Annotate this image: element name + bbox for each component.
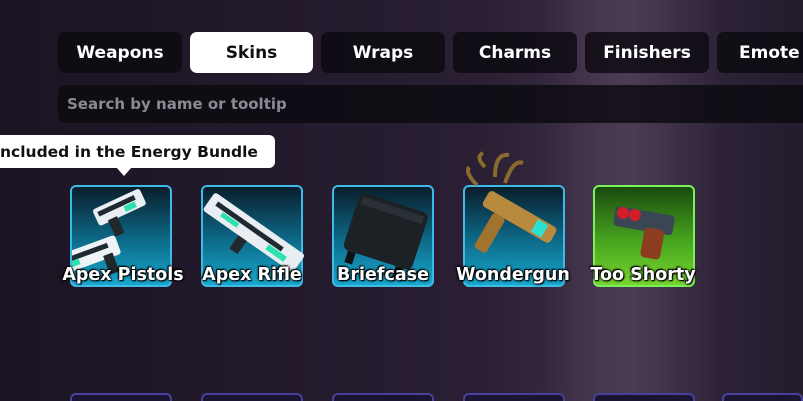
item-label-apex-pistols: Apex Pistols	[62, 265, 184, 285]
item-label-briefcase: Briefcase	[337, 265, 429, 285]
item-card-row2[interactable]	[70, 393, 172, 401]
tooltip-arrow	[116, 167, 132, 176]
item-card-row2[interactable]	[332, 393, 434, 401]
item-card-row2[interactable]	[463, 393, 565, 401]
item-label-wondergun: Wondergun	[456, 265, 570, 285]
search-bar[interactable]	[58, 85, 803, 123]
tab-wraps[interactable]: Wraps	[321, 32, 445, 73]
item-label-apex-rifle: Apex Rifle	[202, 265, 302, 285]
item-card-row2[interactable]	[722, 393, 803, 401]
category-tabs: Weapons Skins Wraps Charms Finishers Emo…	[58, 32, 803, 73]
item-card-row2[interactable]	[201, 393, 303, 401]
tab-skins[interactable]: Skins	[190, 32, 313, 73]
tab-weapons[interactable]: Weapons	[58, 32, 182, 73]
tab-charms[interactable]: Charms	[453, 32, 577, 73]
tab-emotes[interactable]: Emote	[717, 32, 803, 73]
search-input[interactable]	[67, 95, 803, 113]
item-card-row2[interactable]	[593, 393, 695, 401]
item-label-too-shorty: Too Shorty	[590, 265, 696, 285]
item-tooltip: ncluded in the Energy Bundle	[0, 135, 275, 168]
tab-finishers[interactable]: Finishers	[585, 32, 709, 73]
